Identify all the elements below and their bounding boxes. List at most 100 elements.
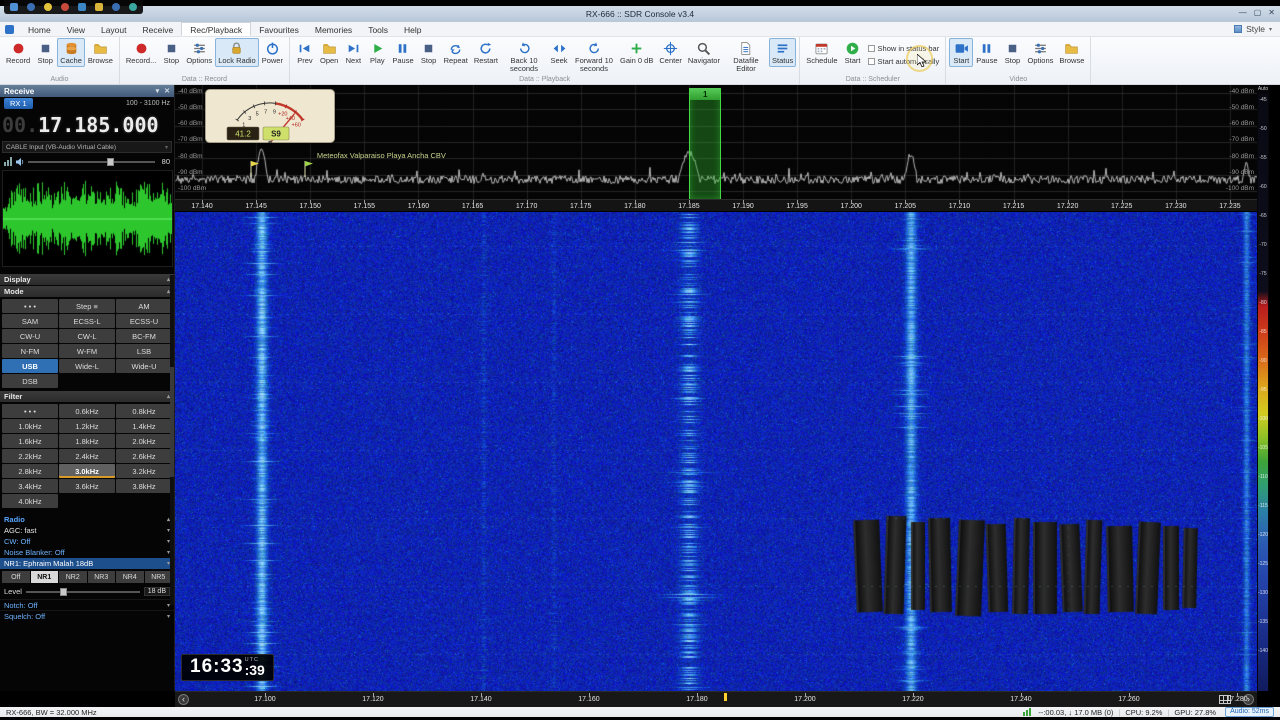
filter-0-6khz-button[interactable]: 0.6kHz xyxy=(59,404,115,418)
filter-2-0khz-button[interactable]: 2.0kHz xyxy=(116,434,172,448)
filter-2-6khz-button[interactable]: 2.6kHz xyxy=(116,449,172,463)
status-button[interactable]: Status xyxy=(768,38,797,67)
mode-ecss-u-button[interactable]: ECSS-U xyxy=(116,314,172,328)
mode-lsb-button[interactable]: LSB xyxy=(116,344,172,358)
mode--button[interactable]: • • • xyxy=(2,299,58,313)
mode-bc-fm-button[interactable]: BC-FM xyxy=(116,329,172,343)
mode-n-fm-button[interactable]: N-FM xyxy=(2,344,58,358)
record-button[interactable]: Record... xyxy=(123,38,159,67)
frequency-display[interactable]: 00. 17.185.000 xyxy=(0,110,174,140)
section-display[interactable]: Display ▴ xyxy=(0,274,174,285)
tab-tools[interactable]: Tools xyxy=(360,22,396,36)
layout-icon[interactable] xyxy=(1234,25,1243,33)
maximize-button[interactable]: ▢ xyxy=(1254,8,1262,17)
legend-auto-label[interactable]: Auto xyxy=(1257,86,1269,92)
lock-radio-button[interactable]: Lock Radio xyxy=(215,38,259,67)
style-label[interactable]: Style xyxy=(1246,24,1265,34)
filter-3-2khz-button[interactable]: 3.2kHz xyxy=(116,464,172,478)
next-button[interactable]: Next xyxy=(341,38,365,67)
tab-favourites[interactable]: Favourites xyxy=(251,22,307,36)
filter-1-0khz-button[interactable]: 1.0kHz xyxy=(2,419,58,433)
nr-nr2-button[interactable]: NR2 xyxy=(59,571,87,583)
filter-0-8khz-button[interactable]: 0.8kHz xyxy=(116,404,172,418)
tab-memories[interactable]: Memories xyxy=(307,22,360,36)
chat-icon[interactable] xyxy=(129,3,137,11)
stop-button[interactable]: Stop xyxy=(33,38,57,67)
options-button[interactable]: Options xyxy=(183,38,215,67)
mode-usb-button[interactable]: USB xyxy=(2,359,58,373)
prev-button[interactable]: Prev xyxy=(293,38,317,67)
users-icon[interactable] xyxy=(27,3,35,11)
center-button[interactable]: Center xyxy=(656,38,685,67)
audio-device-select[interactable]: CABLE Input (VB-Audio Virtual Cable) ▾ xyxy=(2,141,172,153)
nr-off-button[interactable]: Off xyxy=(2,571,30,583)
stop-button[interactable]: Stop xyxy=(417,38,441,67)
filter-3-8khz-button[interactable]: 3.8kHz xyxy=(116,479,172,493)
options-button[interactable]: Options xyxy=(1025,38,1057,67)
mode-sam-button[interactable]: SAM xyxy=(2,314,58,328)
play-button[interactable]: Play xyxy=(365,38,389,67)
filter-1-4khz-button[interactable]: 1.4kHz xyxy=(116,419,172,433)
tab-rec-playback[interactable]: Rec/Playback xyxy=(181,22,252,36)
close-button[interactable]: ✕ xyxy=(1268,8,1275,17)
section-filter[interactable]: Filter ▴ xyxy=(0,391,174,402)
rx-label[interactable]: RX 1 xyxy=(4,98,33,109)
waterfall-color-legend[interactable]: Auto -45 -50 -55 -60 -65 -70 -75 -80 -85 -90 -95 -1… xyxy=(1257,85,1269,691)
browse-button[interactable]: Browse xyxy=(1056,38,1087,67)
tuning-band-marker[interactable]: 1 xyxy=(689,88,721,100)
tab-help[interactable]: Help xyxy=(396,22,429,36)
notch-row[interactable]: Notch: Off ▾ xyxy=(0,599,174,610)
nr-nr3-button[interactable]: NR3 xyxy=(87,571,115,583)
mode-dsb-button[interactable]: DSB xyxy=(2,374,58,388)
filter-3-0khz-button[interactable]: 3.0kHz xyxy=(59,464,115,478)
mode-wide-l-button[interactable]: Wide-L xyxy=(59,359,115,373)
sidebar-scrollbar[interactable] xyxy=(170,275,174,605)
level-slider[interactable] xyxy=(25,587,140,597)
app-icon[interactable] xyxy=(5,24,14,34)
filter-2-2khz-button[interactable]: 2.2kHz xyxy=(2,449,58,463)
browse-button[interactable]: Browse xyxy=(85,38,116,67)
memory-flag-icon[interactable] xyxy=(304,161,314,177)
stop-button[interactable]: Stop xyxy=(1001,38,1025,67)
navigator-button[interactable]: Navigator xyxy=(685,38,723,67)
filter-1-2khz-button[interactable]: 1.2kHz xyxy=(59,419,115,433)
power-button[interactable]: Power xyxy=(259,38,286,67)
tuning-band[interactable]: 1 xyxy=(688,88,722,199)
record-button[interactable]: Record xyxy=(3,38,33,67)
mode-cw-u-button[interactable]: CW-U xyxy=(2,329,58,343)
collapse-icon[interactable]: ▾ xyxy=(156,87,160,95)
mode-step-button[interactable]: Step ≡ xyxy=(59,299,115,313)
forward-10-seconds-button[interactable]: Forward 10 seconds xyxy=(571,38,617,75)
repeat-button[interactable]: Repeat xyxy=(441,38,471,67)
datafile-editor-button[interactable]: Datafile Editor xyxy=(723,38,769,75)
mode-wide-u-button[interactable]: Wide-U xyxy=(116,359,172,373)
tab-home[interactable]: Home xyxy=(20,22,59,36)
close-icon[interactable]: ✕ xyxy=(164,87,170,95)
agc-row[interactable]: AGC: fast ▾ xyxy=(0,525,174,536)
speaker-tray-icon[interactable] xyxy=(78,3,86,11)
start-button[interactable]: Start xyxy=(841,38,865,67)
nr-nr4-button[interactable]: NR4 xyxy=(116,571,144,583)
schedule-button[interactable]: Schedule xyxy=(803,38,840,67)
pause-button[interactable]: Pause xyxy=(973,38,1000,67)
waterfall[interactable]: 16:33 UTC :39 xyxy=(175,212,1257,691)
cache-button[interactable]: Cache xyxy=(57,38,85,67)
filter--button[interactable]: • • • xyxy=(2,404,58,418)
squelch-row[interactable]: Squelch: Off ▾ xyxy=(0,610,174,621)
start-button[interactable]: Start xyxy=(949,38,974,67)
mode-am-button[interactable]: AM xyxy=(116,299,172,313)
filter-1-8khz-button[interactable]: 1.8kHz xyxy=(59,434,115,448)
scroll-left-button[interactable]: ‹ xyxy=(178,694,189,705)
filter-1-6khz-button[interactable]: 1.6kHz xyxy=(2,434,58,448)
open-button[interactable]: Open xyxy=(317,38,341,67)
cw-row[interactable]: CW: Off ▾ xyxy=(0,536,174,547)
titlebar[interactable]: RX-666 :: SDR Console v3.4 — ▢ ✕ xyxy=(0,6,1280,22)
monitor-icon[interactable] xyxy=(10,3,18,11)
mail-icon[interactable] xyxy=(95,3,103,11)
tab-layout[interactable]: Layout xyxy=(93,22,135,36)
filter-4-0khz-button[interactable]: 4.0kHz xyxy=(2,494,58,508)
alert-icon[interactable] xyxy=(61,3,69,11)
pause-button[interactable]: Pause xyxy=(389,38,416,67)
gain-0-db-button[interactable]: Gain 0 dB xyxy=(617,38,656,67)
spectrum-panel[interactable]: -40 dBm -50 dBm -60 dBm -70 dBm -80 dBm -90 d… xyxy=(175,85,1257,199)
